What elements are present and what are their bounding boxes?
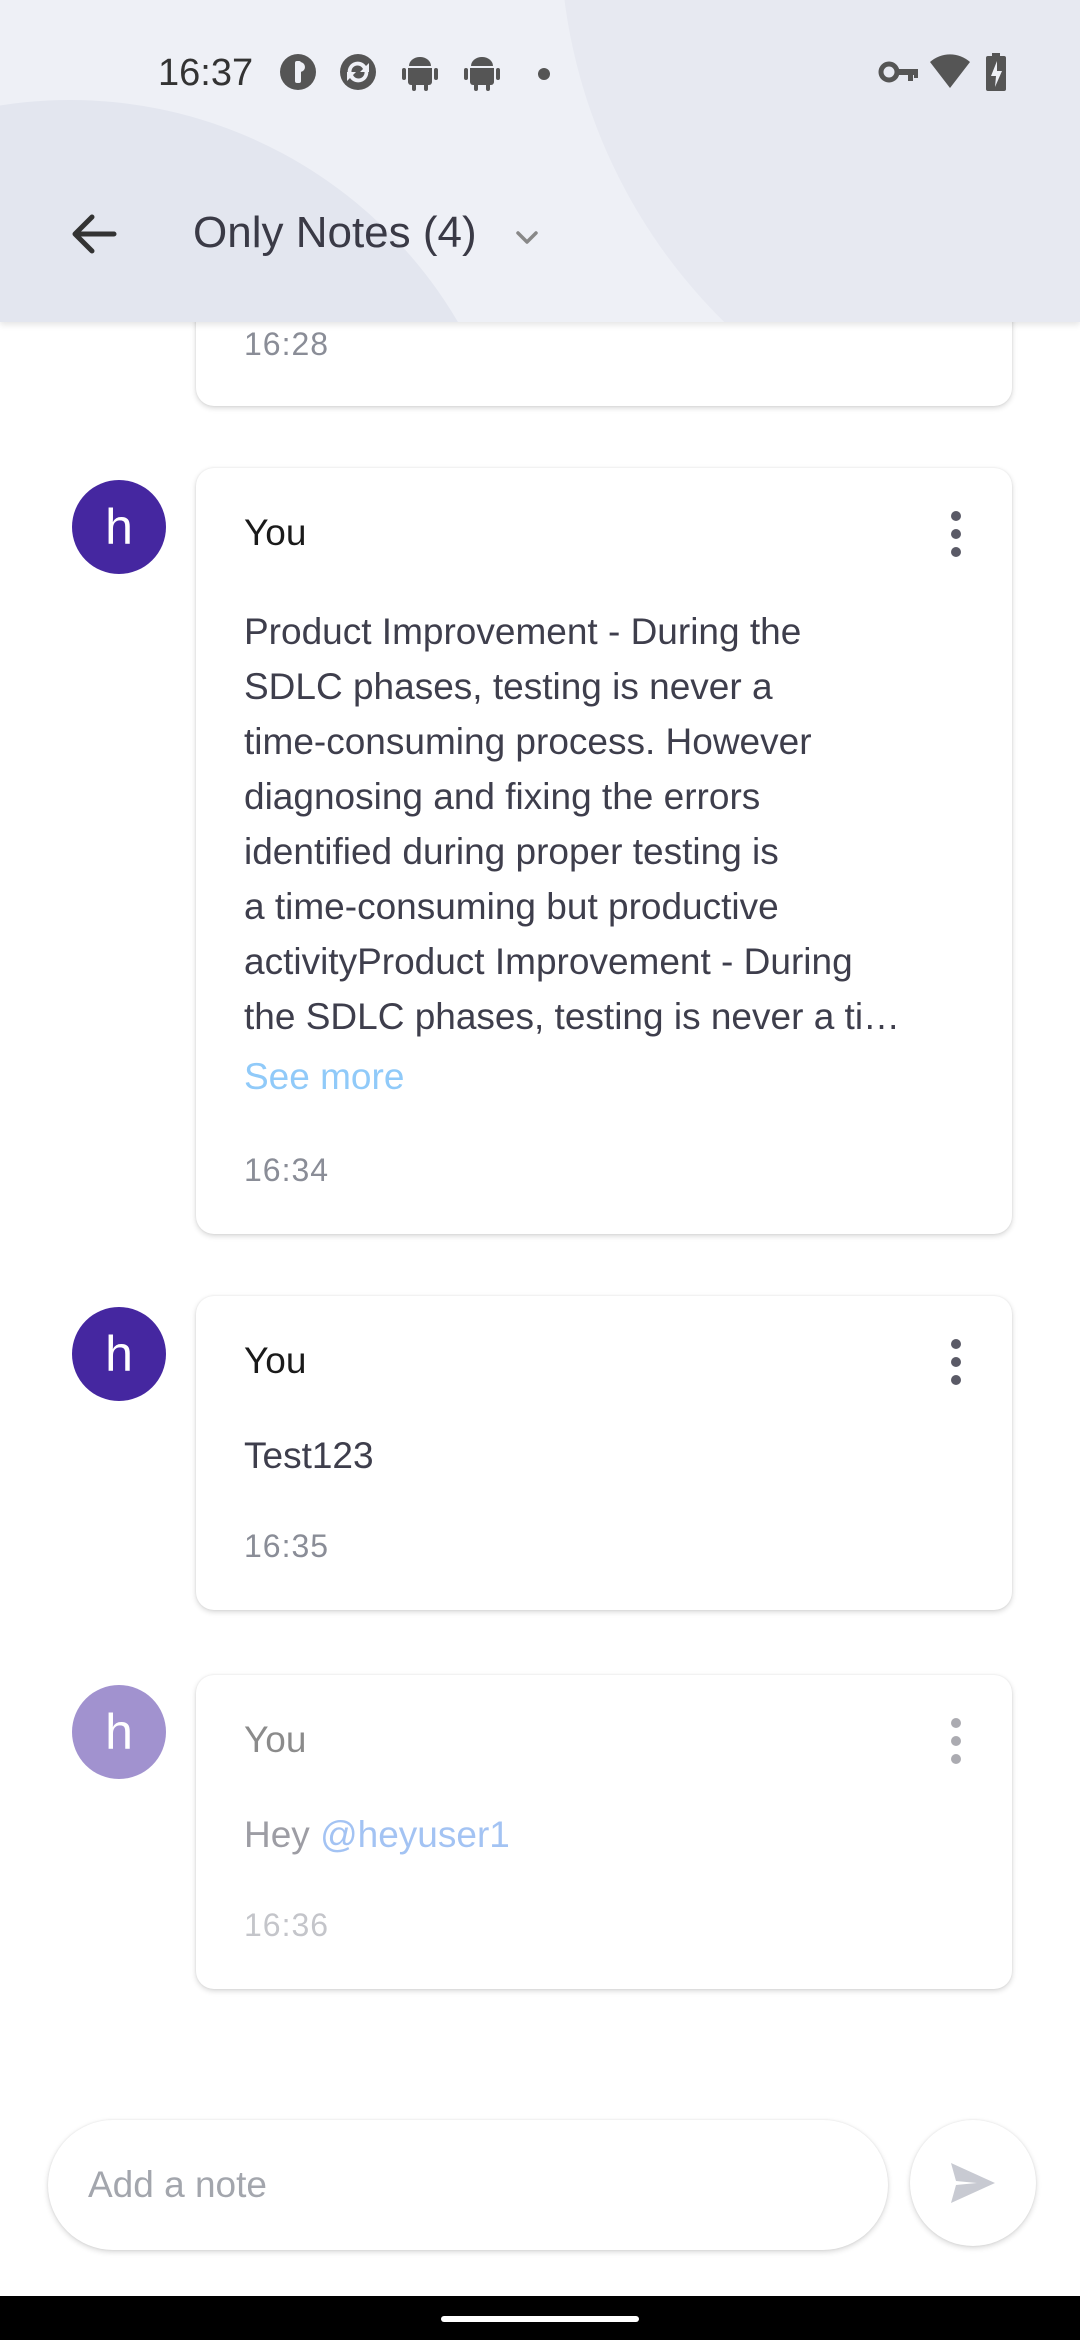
note-timestamp: 16:35	[244, 1528, 330, 1564]
wifi-icon	[930, 54, 970, 88]
avatar-letter: h	[105, 1326, 133, 1382]
avatar-letter: h	[105, 499, 133, 555]
status-bar: 16:37	[0, 0, 1080, 150]
page-title[interactable]: Only Notes (4)	[193, 208, 477, 258]
more-options-icon[interactable]	[936, 504, 976, 564]
note-timestamp: 16:36	[244, 1907, 330, 1943]
note-timestamp: 16:34	[244, 1152, 330, 1188]
android-icon	[402, 57, 438, 91]
note-card[interactable]: You Hey @heyuser1 16:36	[196, 1675, 1012, 1989]
more-options-icon[interactable]	[936, 1711, 976, 1771]
system-nav-bar	[0, 2296, 1080, 2340]
note-card[interactable]: You Product Improvement - During the SDL…	[196, 468, 1012, 1234]
send-button[interactable]	[910, 2120, 1036, 2246]
note-text: Test123	[244, 1435, 374, 1476]
avatar: h	[72, 1685, 166, 1779]
see-more-link[interactable]: See more	[244, 1056, 404, 1098]
chevron-down-icon[interactable]	[510, 220, 544, 254]
sync-app-icon	[340, 54, 376, 90]
note-card-content: You Hey @heyuser1 16:36	[196, 1675, 1012, 1989]
note-author: You	[244, 1719, 307, 1760]
notes-feed[interactable]: 16:28 h You Product Improvement - During…	[0, 0, 1080, 2160]
more-options-icon[interactable]	[936, 1332, 976, 1392]
avatar: h	[72, 1307, 166, 1401]
arrow-left-icon	[72, 214, 117, 254]
status-time: 16:37	[158, 52, 254, 94]
android-icon	[464, 57, 500, 91]
battery-charging-icon	[986, 53, 1006, 91]
user-mention[interactable]: @heyuser1	[320, 1814, 510, 1855]
vpn-key-icon	[878, 61, 918, 83]
back-button[interactable]	[62, 202, 126, 266]
note-input-placeholder: Add a note	[88, 2164, 267, 2205]
avatar-letter: h	[105, 1704, 133, 1760]
note-input[interactable]: Add a note	[48, 2120, 888, 2250]
note-text: Hey @heyuser1	[244, 1807, 510, 1862]
note-timestamp: 16:28	[244, 326, 330, 362]
send-icon	[951, 2163, 995, 2203]
app-header: 16:37 Only Notes (4)	[0, 0, 1080, 322]
note-author: You	[244, 512, 307, 553]
notification-app-icon	[280, 54, 316, 90]
note-author: You	[244, 1340, 307, 1381]
note-text-prefix: Hey	[244, 1814, 321, 1855]
home-gesture-handle[interactable]	[441, 2316, 639, 2322]
note-card[interactable]: You Test123 16:35	[196, 1296, 1012, 1610]
toolbar: Only Notes (4)	[0, 150, 1080, 320]
note-text: Product Improvement - During the SDLC ph…	[244, 611, 901, 1037]
more-notifications-dot	[538, 68, 550, 80]
avatar: h	[72, 480, 166, 574]
